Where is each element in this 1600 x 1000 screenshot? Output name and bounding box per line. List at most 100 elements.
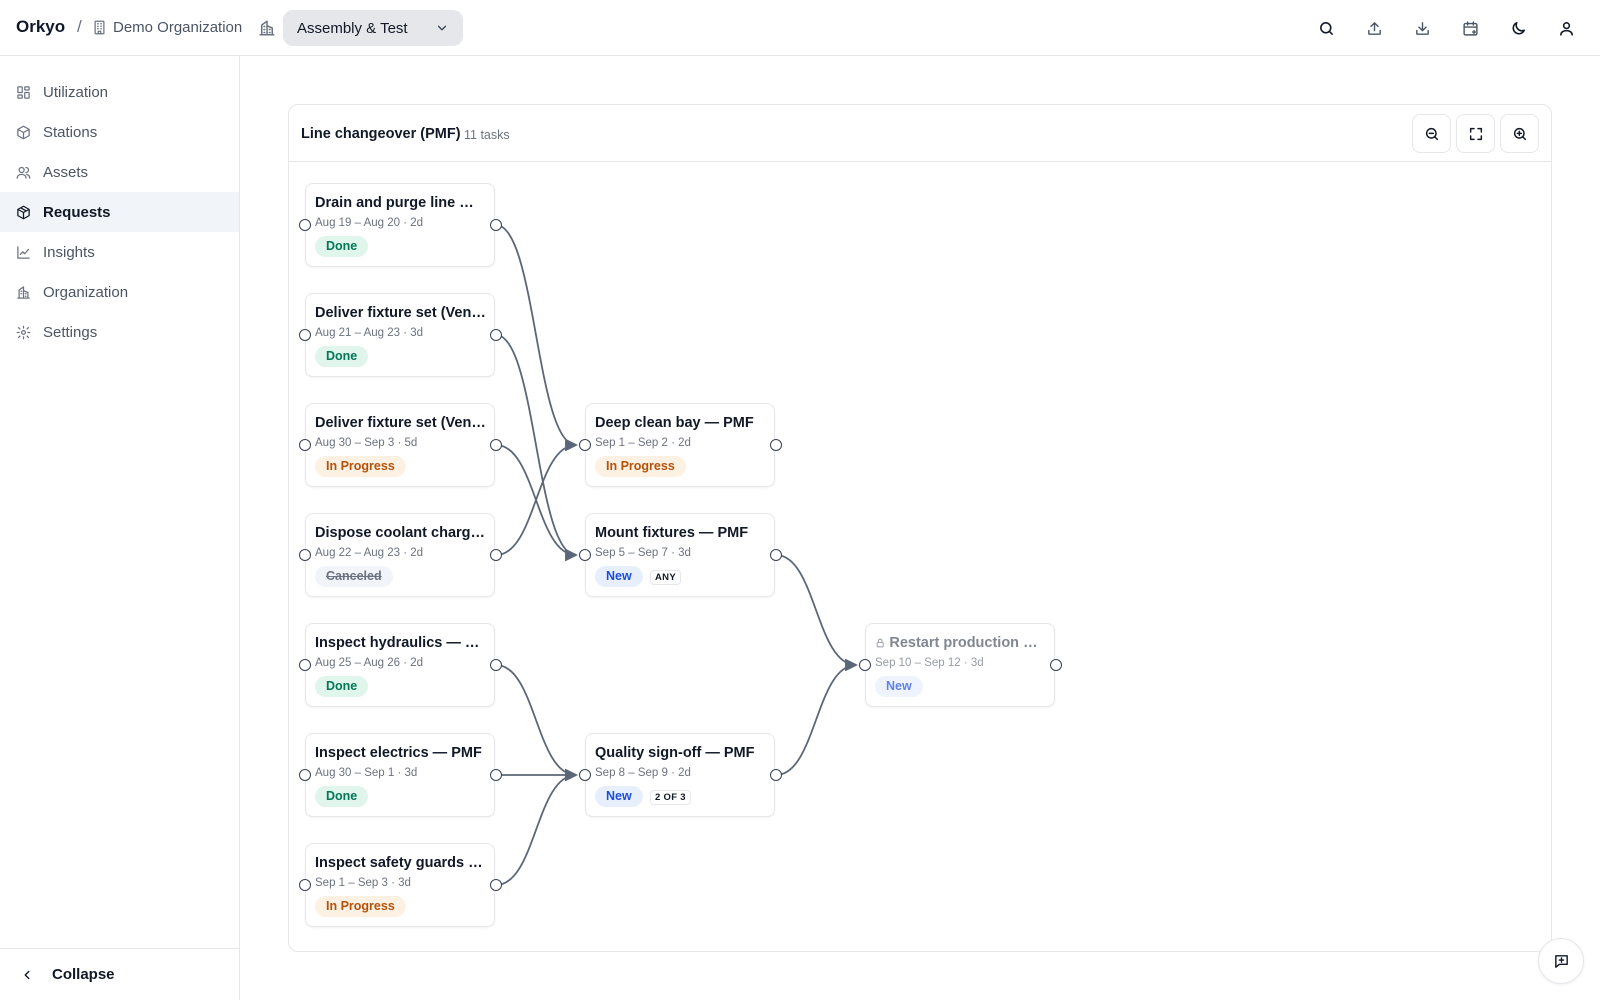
workspace-select-value: Assembly & Test (297, 19, 408, 37)
task-node-inspect-hydraulics[interactable]: Inspect hydraulics — PMF Aug 25 – Aug 26… (305, 623, 495, 707)
sidebar-item-settings[interactable]: Settings (0, 312, 239, 352)
task-node-inspect-safety-guards[interactable]: Inspect safety guards — PMF Sep 1 – Sep … (305, 843, 495, 927)
organization-name: Demo Organization (113, 19, 243, 36)
task-title: Inspect hydraulics — PMF (315, 635, 487, 651)
zoom-out-button[interactable] (1412, 114, 1451, 153)
package-icon (17, 205, 30, 219)
sidebar-item-insights[interactable]: Insights (0, 232, 239, 272)
edge-hydraulics-to-signoff (495, 664, 578, 782)
output-port[interactable] (770, 549, 782, 561)
panel-title: Line changeover (PMF) (301, 126, 461, 142)
task-dates: Sep 8 – Sep 9 · 2d (595, 767, 691, 779)
download-button[interactable] (1408, 14, 1436, 42)
top-bar: Orkyo / Demo Organization Assembly & Tes… (0, 0, 1600, 56)
collapse-sidebar-button[interactable]: Collapse (0, 948, 239, 1000)
task-node-drain-purge[interactable]: Drain and purge line — PMF Aug 19 – Aug … (305, 183, 495, 267)
sidebar-item-utilization[interactable]: Utilization (0, 72, 239, 112)
task-node-deep-clean-bay[interactable]: Deep clean bay — PMF Sep 1 – Sep 2 · 2d … (585, 403, 775, 487)
zoom-in-icon (1513, 127, 1526, 140)
breadcrumb-organization[interactable]: Demo Organization (92, 19, 242, 36)
user-menu-button[interactable] (1552, 14, 1580, 42)
task-dates: Aug 21 – Aug 23 · 3d (315, 327, 424, 339)
task-node-inspect-electrics[interactable]: Inspect electrics — PMF Aug 30 – Sep 1 ·… (305, 733, 495, 817)
status-badge: Done (315, 786, 369, 807)
workspace-select[interactable]: Assembly & Test (283, 10, 463, 46)
edge-drain-to-clean (495, 224, 578, 452)
input-port[interactable] (579, 769, 591, 781)
search-icon (1319, 21, 1333, 35)
cube-icon (17, 125, 30, 139)
status-badge: In Progress (595, 456, 686, 477)
upload-button[interactable] (1360, 14, 1388, 42)
chart-icon (17, 245, 30, 259)
sidebar-item-requests[interactable]: Requests (0, 192, 239, 232)
feedback-button[interactable] (1538, 938, 1584, 984)
fit-view-button[interactable] (1456, 114, 1495, 153)
calendar-button[interactable] (1456, 14, 1484, 42)
chevron-left-icon (24, 970, 30, 979)
gear-icon (16, 325, 31, 339)
task-dates: Aug 25 – Aug 26 · 2d (315, 657, 424, 669)
status-badge: Canceled (315, 566, 393, 587)
status-badge: In Progress (315, 456, 406, 477)
input-port[interactable] (299, 329, 311, 341)
theme-toggle-button[interactable] (1504, 14, 1532, 42)
task-title-text: Deliver fixture set (Vendor A) — PMF (315, 305, 487, 321)
edge-signoff-to-restart (775, 658, 858, 776)
task-title: Inspect electrics — PMF (315, 745, 487, 761)
output-port[interactable] (770, 769, 782, 781)
task-node-restart-production[interactable]: Restart production — PMF Sep 10 – Sep 12… (865, 623, 1055, 707)
input-port[interactable] (579, 439, 591, 451)
output-port[interactable] (490, 549, 502, 561)
task-title: Restart production — PMF (875, 635, 1047, 651)
input-port[interactable] (299, 549, 311, 561)
task-title: Deliver fixture set (Vendor A) — PMF (315, 305, 487, 321)
sidebar-item-stations[interactable]: Stations (0, 112, 239, 152)
task-title-text: Restart production — PMF (889, 635, 1047, 651)
search-button[interactable] (1312, 14, 1340, 42)
status-badge: Done (315, 346, 369, 367)
input-port[interactable] (299, 769, 311, 781)
status-badge: Done (315, 676, 369, 697)
sidebar-item-label: Utilization (43, 83, 109, 101)
zoom-out-icon (1425, 127, 1438, 140)
task-node-deliver-vendor-a[interactable]: Deliver fixture set (Vendor A) — PMF Aug… (305, 293, 495, 377)
edge-vendor-b-to-mount (495, 444, 578, 562)
output-port[interactable] (490, 879, 502, 891)
input-port[interactable] (299, 439, 311, 451)
sidebar-item-label: Organization (43, 283, 129, 301)
sidebar-item-organization[interactable]: Organization (0, 272, 239, 312)
brand-logo[interactable]: Orkyo (16, 17, 65, 37)
output-port[interactable] (490, 439, 502, 451)
input-port[interactable] (299, 659, 311, 671)
input-port[interactable] (859, 659, 871, 671)
output-port[interactable] (1050, 659, 1062, 671)
grid-icon (17, 85, 30, 99)
sidebar-item-assets[interactable]: Assets (0, 152, 239, 192)
dependency-mode-tag: 2 OF 3 (650, 790, 691, 805)
task-title: Deep clean bay — PMF (595, 415, 767, 431)
sidebar: Utilization Stations Assets Requests Ins… (0, 56, 240, 1000)
chevron-down-icon (437, 25, 447, 31)
moon-icon (1512, 21, 1525, 34)
status-badge: New (595, 566, 643, 587)
output-port[interactable] (490, 769, 502, 781)
status-badge: Done (315, 236, 369, 257)
task-title-text: Inspect hydraulics — PMF (315, 635, 487, 651)
task-node-dispose-coolant[interactable]: Dispose coolant charge — PMF Aug 22 – Au… (305, 513, 495, 597)
task-title: Inspect safety guards — PMF (315, 855, 487, 871)
building-icon (17, 285, 30, 299)
graph-canvas[interactable]: Drain and purge line — PMF Aug 19 – Aug … (289, 162, 1551, 951)
task-node-deliver-vendor-b[interactable]: Deliver fixture set (Vendor B) — PMF Aug… (305, 403, 495, 487)
output-port[interactable] (490, 659, 502, 671)
input-port[interactable] (579, 549, 591, 561)
output-port[interactable] (490, 329, 502, 341)
output-port[interactable] (770, 439, 782, 451)
task-node-quality-signoff[interactable]: Quality sign-off — PMF Sep 8 – Sep 9 · 2… (585, 733, 775, 817)
input-port[interactable] (299, 219, 311, 231)
zoom-in-button[interactable] (1500, 114, 1539, 153)
input-port[interactable] (299, 879, 311, 891)
collapse-label: Collapse (52, 966, 115, 983)
output-port[interactable] (490, 219, 502, 231)
task-node-mount-fixtures[interactable]: Mount fixtures — PMF Sep 5 – Sep 7 · 3d … (585, 513, 775, 597)
